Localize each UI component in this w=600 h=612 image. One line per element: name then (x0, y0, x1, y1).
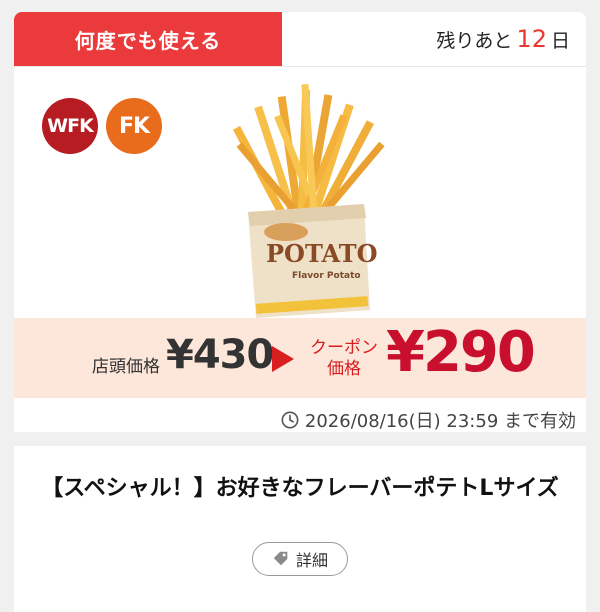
badge-wfk-label: WFK (47, 115, 94, 137)
days-left: 残りあと 12 日 (436, 12, 570, 66)
usage-banner: 何度でも使える (14, 12, 282, 66)
arrow-right-icon (272, 346, 294, 372)
section-separator (14, 432, 586, 446)
tag-icon (273, 551, 288, 566)
product-box-subtext: Flavor Potato (292, 271, 361, 281)
badge-fk: FK (106, 98, 162, 154)
days-left-value: 12 (516, 25, 547, 53)
clock-icon (281, 411, 299, 429)
shop-price: ¥430 (166, 332, 274, 378)
expiry-text: 2026/08/16(日) 23:59 まで有効 (304, 411, 576, 432)
days-left-suffix: 日 (550, 29, 570, 52)
divider (14, 66, 586, 67)
days-left-prefix: 残りあと (436, 29, 513, 52)
coupon-price-label-line2: 価格 (327, 359, 361, 379)
badge-fk-label: FK (118, 113, 150, 139)
shop-price-label: 店頭価格 (92, 357, 160, 377)
detail-button[interactable]: 詳細 (252, 542, 348, 576)
product-image: POTATO Flavor Potato (232, 83, 385, 318)
usage-label: 何度でも使える (74, 28, 222, 53)
coupon-price: ¥290 (386, 320, 536, 385)
badge-wfk: WFK (42, 98, 98, 154)
product-box-text: POTATO (266, 239, 378, 268)
coupon-card[interactable]: 何度でも使える 残りあと 12 日 WFK FK POTATO Flavor P… (14, 12, 586, 612)
fries-graphic (232, 83, 385, 220)
coupon-price-label-line1: クーポン (310, 338, 378, 358)
coupon-title: 【スペシャル！】お好きなフレーバーポテトLサイズ (41, 476, 559, 501)
detail-button-label: 詳細 (295, 551, 328, 570)
coupon-price-label: クーポン 価格 (308, 338, 380, 380)
